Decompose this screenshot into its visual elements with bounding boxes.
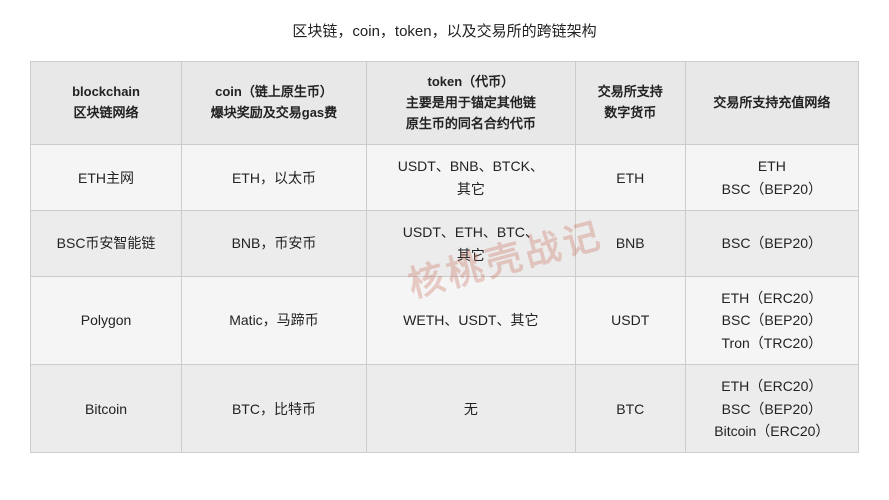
table-row: BSC币安智能链BNB，币安币USDT、ETH、BTC、 其它BNBBSC（BE… — [31, 211, 859, 277]
cell-networks: ETH（ERC20） BSC（BEP20） Bitcoin（ERC20） — [685, 365, 858, 453]
main-table: blockchain 区块链网络 coin（链上原生币） 爆块奖励及交易gas费… — [30, 61, 859, 453]
cell-coin: BTC，比特币 — [182, 365, 367, 453]
cell-token: 无 — [366, 365, 575, 453]
col-header-token: token（代币） 主要是用于锚定其他链 原生币的同名合约代币 — [366, 62, 575, 145]
page-title: 区块链，coin，token，以及交易所的跨链架构 — [292, 20, 596, 41]
col-header-networks: 交易所支持充值网络 — [685, 62, 858, 145]
cell-token: USDT、ETH、BTC、 其它 — [366, 211, 575, 277]
cell-networks: ETH BSC（BEP20） — [685, 145, 858, 211]
cell-networks: ETH（ERC20） BSC（BEP20） Tron（TRC20） — [685, 276, 858, 364]
cell-blockchain: BSC币安智能链 — [31, 211, 182, 277]
table-row: BitcoinBTC，比特币无BTCETH（ERC20） BSC（BEP20） … — [31, 365, 859, 453]
table-header-row: blockchain 区块链网络 coin（链上原生币） 爆块奖励及交易gas费… — [31, 62, 859, 145]
cell-exchange_coin: BTC — [575, 365, 685, 453]
cell-blockchain: Bitcoin — [31, 365, 182, 453]
col-header-blockchain: blockchain 区块链网络 — [31, 62, 182, 145]
col-header-exchange-coin: 交易所支持 数字货币 — [575, 62, 685, 145]
cell-coin: Matic，马蹄币 — [182, 276, 367, 364]
cell-exchange_coin: USDT — [575, 276, 685, 364]
cell-blockchain: ETH主网 — [31, 145, 182, 211]
cell-networks: BSC（BEP20） — [685, 211, 858, 277]
table-wrapper: 核桃壳战记 blockchain 区块链网络 coin（链上原生币） 爆块奖励及… — [30, 61, 859, 453]
cell-token: WETH、USDT、其它 — [366, 276, 575, 364]
cell-exchange_coin: ETH — [575, 145, 685, 211]
col-header-coin: coin（链上原生币） 爆块奖励及交易gas费 — [182, 62, 367, 145]
cell-coin: BNB，币安币 — [182, 211, 367, 277]
table-row: ETH主网ETH，以太币USDT、BNB、BTCK、 其它ETHETH BSC（… — [31, 145, 859, 211]
cell-blockchain: Polygon — [31, 276, 182, 364]
cell-token: USDT、BNB、BTCK、 其它 — [366, 145, 575, 211]
cell-coin: ETH，以太币 — [182, 145, 367, 211]
cell-exchange_coin: BNB — [575, 211, 685, 277]
table-row: PolygonMatic，马蹄币WETH、USDT、其它USDTETH（ERC2… — [31, 276, 859, 364]
